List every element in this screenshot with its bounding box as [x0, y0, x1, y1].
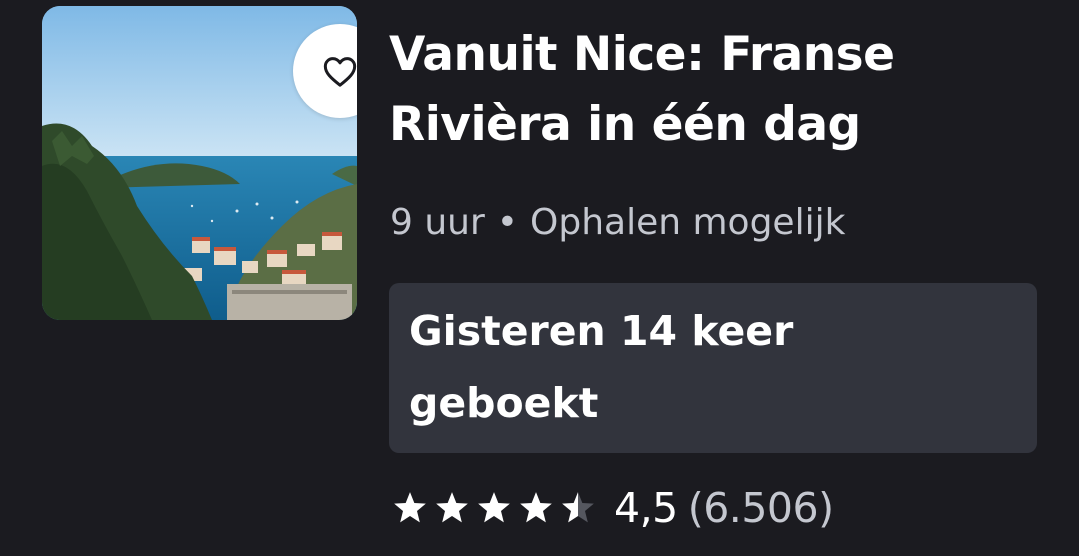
rating-value: 4,5 [614, 484, 678, 532]
star-full-icon [436, 492, 468, 523]
activity-card[interactable]: Vanuit Nice: Franse Rivièra in één dag 9… [0, 0, 1079, 556]
star-full-icon [394, 492, 426, 523]
rating-row: 4,5 (6.506) [390, 478, 834, 538]
star-half-icon [562, 492, 594, 523]
activity-image[interactable] [42, 6, 357, 320]
review-count: (6.506) [687, 484, 834, 532]
duration-text: 9 uur [390, 202, 485, 243]
activity-title[interactable]: Vanuit Nice: Franse Rivièra in één dag [389, 20, 1029, 160]
pickup-text: Ophalen mogelijk [530, 202, 846, 243]
booked-badge-text: Gisteren 14 keer geboekt [409, 307, 794, 427]
star-full-icon [478, 492, 510, 523]
booked-badge: Gisteren 14 keer geboekt [389, 283, 1037, 453]
meta-separator: • [496, 202, 519, 243]
heart-outline-icon [323, 57, 357, 87]
star-full-icon [520, 492, 552, 523]
activity-meta: 9 uur • Ophalen mogelijk [390, 198, 845, 248]
star-rating [390, 488, 598, 528]
